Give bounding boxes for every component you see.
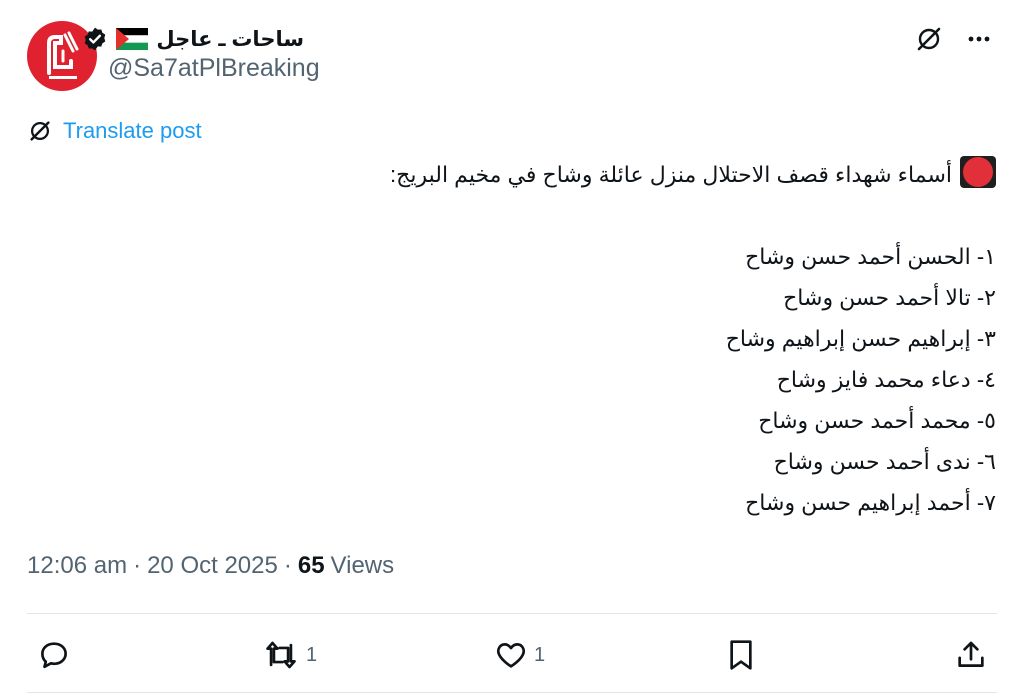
- repost-count: 1: [306, 643, 318, 666]
- author-handle[interactable]: @Sa7atPlBreaking: [108, 54, 320, 83]
- author-display-name: ساحات ـ عاجل: [156, 27, 304, 51]
- bookmark-button[interactable]: [725, 632, 757, 678]
- action-bar: 1 1: [0, 632, 1024, 678]
- author-name-row[interactable]: ساحات ـ عاجل: [82, 20, 304, 58]
- share-icon: [958, 641, 984, 667]
- heart-icon: [496, 643, 526, 668]
- post-time[interactable]: 12:06 am: [27, 552, 127, 580]
- post-heading: أسماء شهداء قصف الاحتلال منزل عائلة وشاح…: [296, 154, 996, 195]
- bookmark-icon: [730, 640, 752, 670]
- post-text: أسماء شهداء قصف الاحتلال منزل عائلة وشاح…: [296, 154, 996, 523]
- repost-button[interactable]: 1: [262, 632, 317, 678]
- reply-button[interactable]: [37, 632, 71, 678]
- meta-separator: ·: [283, 552, 292, 579]
- divider: [27, 613, 997, 614]
- share-button[interactable]: [954, 632, 988, 678]
- reply-icon: [41, 642, 67, 669]
- name-list-item: ٤- دعاء محمد فايز وشاح: [776, 367, 996, 392]
- meta-separator: ·: [133, 552, 142, 579]
- palestine-flag-icon: [116, 28, 149, 50]
- divider: [27, 692, 997, 693]
- name-list-item: ١- الحسن أحمد حسن وشاح: [745, 244, 996, 269]
- name-list-item: ٣- إبراهيم حسن إبراهيم وشاح: [725, 326, 996, 351]
- name-list-item: ٥- محمد أحمد حسن وشاح: [758, 408, 996, 433]
- red-circle-emoji-icon: [960, 156, 996, 188]
- like-count: 1: [534, 643, 546, 666]
- repost-icon: [266, 641, 296, 669]
- translate-post-label: Translate post: [63, 118, 202, 143]
- views-label: Views: [330, 552, 395, 579]
- grok-icon: [30, 121, 50, 141]
- like-button[interactable]: 1: [494, 632, 545, 678]
- more-icon[interactable]: [964, 24, 994, 54]
- name-list-item: ٦- ندى أحمد حسن وشاح: [773, 449, 996, 474]
- views-count: 65: [297, 552, 325, 579]
- name-list-item: ٢- تالا أحمد حسن وشاح: [783, 285, 996, 310]
- post-toolbar: [914, 24, 994, 54]
- grok-icon[interactable]: [914, 24, 944, 54]
- verified-badge-icon: [85, 27, 106, 51]
- translate-post-link[interactable]: Translate post: [27, 118, 202, 144]
- post-heading-text: أسماء شهداء قصف الاحتلال منزل عائلة وشاح…: [390, 162, 952, 187]
- post-date[interactable]: 20 Oct 2025: [147, 552, 278, 580]
- name-list-item: ٧- أحمد إبراهيم حسن وشاح: [745, 490, 996, 515]
- post-meta: 12:06 am · 20 Oct 2025 · 65 Views: [27, 552, 394, 580]
